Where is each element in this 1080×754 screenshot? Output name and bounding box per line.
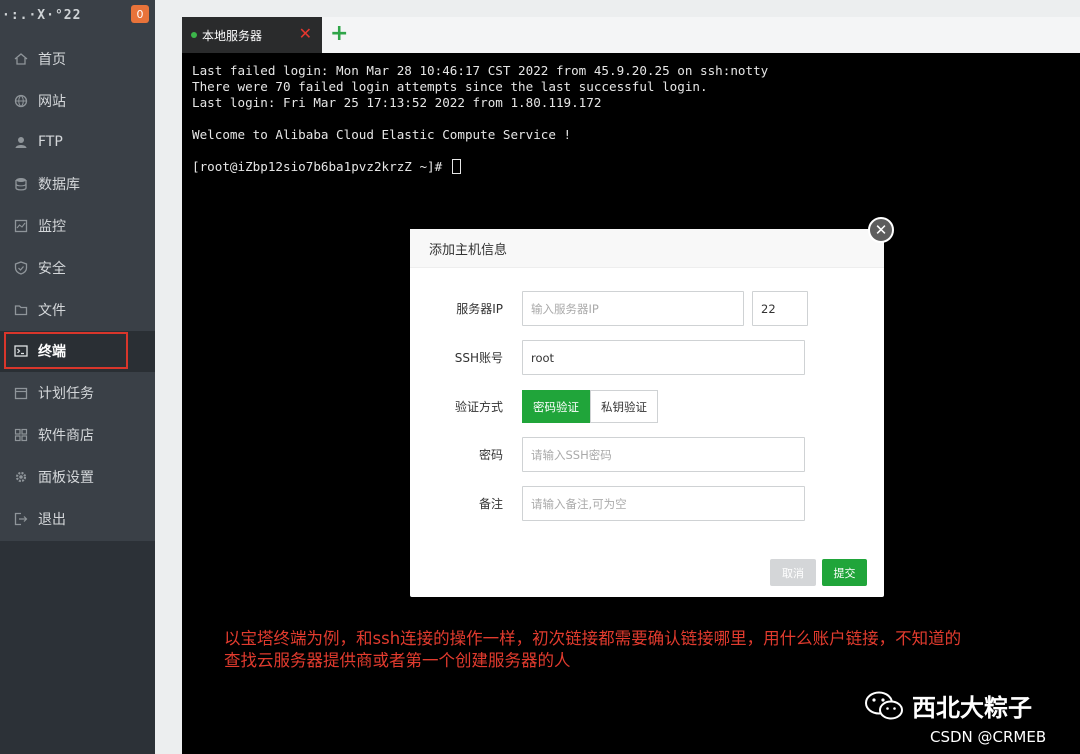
database-icon xyxy=(14,177,28,191)
terminal-line: Welcome to Alibaba Cloud Elastic Compute… xyxy=(192,127,572,142)
sidebar-item-website[interactable]: 网站 xyxy=(0,80,155,122)
password-label: 密码 xyxy=(478,448,503,462)
sidebar-item-label: 数据库 xyxy=(38,177,80,194)
auth-key-button[interactable]: 私钥验证 xyxy=(590,390,658,423)
terminal-prompt: [root@iZbp12sio7b6ba1pvz2krzZ ~]# xyxy=(192,159,450,174)
calendar-icon xyxy=(14,386,28,400)
auth-password-button[interactable]: 密码验证 xyxy=(522,390,590,423)
status-dot-icon xyxy=(191,32,197,38)
tab-label: 本地服务器 xyxy=(202,28,263,43)
add-host-dialog: 添加主机信息 ✕ 服务器IP 输入服务器IP 22 SSH账号 root 验证方… xyxy=(410,217,894,597)
terminal-text: Last failed login: Mon Mar 28 10:46:17 C… xyxy=(192,63,768,175)
add-tab-button[interactable]: + xyxy=(330,21,348,47)
close-icon[interactable]: ✕ xyxy=(299,26,312,42)
note-input[interactable]: 请输入备注,可为空 xyxy=(522,486,805,521)
user-icon xyxy=(14,135,28,149)
submit-button[interactable]: 提交 xyxy=(822,559,867,586)
sidebar-menu: 首页 网站 FTP 数据库 监控 安全 文件 终端 计划任务 软件商店 面板设置… xyxy=(0,38,155,540)
sidebar-item-ftp[interactable]: FTP xyxy=(0,122,155,164)
sidebar-item-panel-settings[interactable]: 面板设置 xyxy=(0,456,155,498)
folder-icon xyxy=(14,303,28,317)
annotation-line: 查找云服务器提供商或者第一个创建服务器的人 xyxy=(224,651,571,670)
ssh-account-label: SSH账号 xyxy=(454,351,503,365)
auth-method-row: 验证方式 密码验证 私钥验证 xyxy=(410,390,884,423)
sidebar-item-cron[interactable]: 计划任务 xyxy=(0,372,155,414)
note-label: 备注 xyxy=(478,497,503,511)
sidebar-item-files[interactable]: 文件 xyxy=(0,289,155,331)
csdn-credit: CSDN @CRMEB xyxy=(930,728,1047,746)
wechat-icon xyxy=(865,691,903,719)
server-header: ·:.·X·°22 0 xyxy=(0,0,155,30)
shield-icon xyxy=(14,261,28,275)
sidebar-item-monitor[interactable]: 监控 xyxy=(0,205,155,247)
sidebar-item-label: FTP xyxy=(38,134,63,151)
note-row: 备注 请输入备注,可为空 xyxy=(410,486,884,521)
dialog-title: 添加主机信息 xyxy=(410,229,884,268)
password-row: 密码 请输入SSH密码 xyxy=(410,437,884,472)
sidebar-item-security[interactable]: 安全 xyxy=(0,247,155,289)
sidebar-item-label: 监控 xyxy=(38,219,66,236)
auth-method-label: 验证方式 xyxy=(454,400,503,414)
sidebar-item-label: 面板设置 xyxy=(38,469,94,486)
watermark: 西北大粽子 xyxy=(864,688,1032,723)
tab-local-server[interactable]: 本地服务器 ✕ xyxy=(182,17,322,53)
server-ip-label: 服务器IP xyxy=(456,302,503,316)
sidebar-item-label: 软件商店 xyxy=(38,428,94,445)
grid-icon xyxy=(14,428,28,442)
server-ip-input[interactable]: 输入服务器IP xyxy=(522,291,744,326)
terminal-tabbar: 本地服务器 ✕ + xyxy=(182,17,1080,53)
sidebar-item-label: 文件 xyxy=(38,302,66,319)
sidebar-item-database[interactable]: 数据库 xyxy=(0,163,155,205)
sidebar-item-logout[interactable]: 退出 xyxy=(0,498,155,540)
notification-badge[interactable]: 0 xyxy=(131,5,149,23)
port-input[interactable]: 22 xyxy=(752,291,808,326)
terminal-line: There were 70 failed login attempts sinc… xyxy=(192,79,708,94)
annotation-text: 以宝塔终端为例，和ssh连接的操作一样，初次链接都需要确认链接哪里，用什么账户链… xyxy=(224,628,1080,672)
close-icon[interactable]: ✕ xyxy=(868,217,894,243)
terminal-cursor xyxy=(451,159,461,174)
annotation-line: 以宝塔终端为例，和ssh连接的操作一样，初次链接都需要确认链接哪里，用什么账户链… xyxy=(224,629,962,648)
sidebar-item-label: 计划任务 xyxy=(38,386,94,403)
sidebar-panel: ·:.·X·°22 0 首页 网站 FTP 数据库 监控 安全 文件 终端 计划… xyxy=(0,0,155,541)
home-icon xyxy=(14,52,28,66)
server-ip-row: 服务器IP 输入服务器IP 22 xyxy=(410,291,884,326)
sidebar: ·:.·X·°22 0 首页 网站 FTP 数据库 监控 安全 文件 终端 计划… xyxy=(0,0,155,754)
terminal-line: Last failed login: Mon Mar 28 10:46:17 C… xyxy=(192,63,769,78)
globe-icon xyxy=(14,94,28,108)
sidebar-item-label: 退出 xyxy=(38,511,66,528)
server-ip: ·:.·X·°22 xyxy=(2,7,82,23)
cancel-button[interactable]: 取消 xyxy=(770,559,816,586)
terminal-highlight-box xyxy=(4,332,128,369)
watermark-account: 西北大粽子 xyxy=(912,694,1032,722)
sidebar-item-home[interactable]: 首页 xyxy=(0,38,155,80)
sidebar-item-label: 首页 xyxy=(38,51,66,68)
terminal-prompt-line: [root@iZbp12sio7b6ba1pvz2krzZ ~]# xyxy=(192,159,768,175)
ssh-account-input[interactable]: root xyxy=(522,340,805,375)
password-input[interactable]: 请输入SSH密码 xyxy=(522,437,805,472)
logout-icon xyxy=(14,512,28,526)
terminal-line: Last login: Fri Mar 25 17:13:52 2022 fro… xyxy=(192,95,602,110)
sidebar-item-label: 网站 xyxy=(38,93,66,110)
gear-icon xyxy=(14,470,28,484)
sidebar-item-app-store[interactable]: 软件商店 xyxy=(0,414,155,456)
monitor-icon xyxy=(14,219,28,233)
sidebar-item-label: 安全 xyxy=(38,260,66,277)
ssh-account-row: SSH账号 root xyxy=(410,340,884,375)
